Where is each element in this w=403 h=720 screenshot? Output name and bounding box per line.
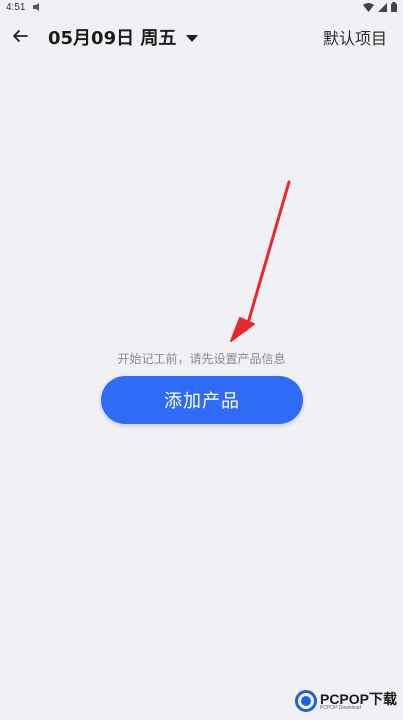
status-time: 4:51	[6, 2, 26, 13]
battery-icon	[391, 2, 397, 15]
empty-hint: 开始记工前，请先设置产品信息	[117, 352, 286, 366]
watermark-sub: PCPOP Download	[319, 704, 362, 711]
status-bar: 4:51	[0, 0, 403, 16]
date-selector[interactable]: 05月09日 周五	[48, 24, 199, 50]
watermark-text: PCPOP下载 PCPOP Download	[320, 692, 397, 711]
watermark: PCPOP下载 PCPOP Download	[294, 690, 397, 712]
caret-down-icon	[186, 34, 199, 42]
cast-icon	[32, 3, 42, 14]
status-icons	[363, 2, 397, 15]
add-product-button[interactable]: 添加产品	[101, 376, 303, 424]
wifi-icon	[363, 2, 374, 15]
back-button[interactable]	[6, 22, 34, 50]
back-arrow-icon	[13, 30, 28, 42]
date-label: 05月09日 周五	[48, 28, 177, 49]
project-selector[interactable]: 默认项目	[323, 25, 387, 49]
watermark-main: PCPOP下载	[319, 690, 397, 707]
toolbar: 05月09日 周五 默认项目	[0, 18, 403, 54]
pcpop-logo-icon	[294, 690, 317, 712]
signal-icon	[378, 2, 387, 15]
